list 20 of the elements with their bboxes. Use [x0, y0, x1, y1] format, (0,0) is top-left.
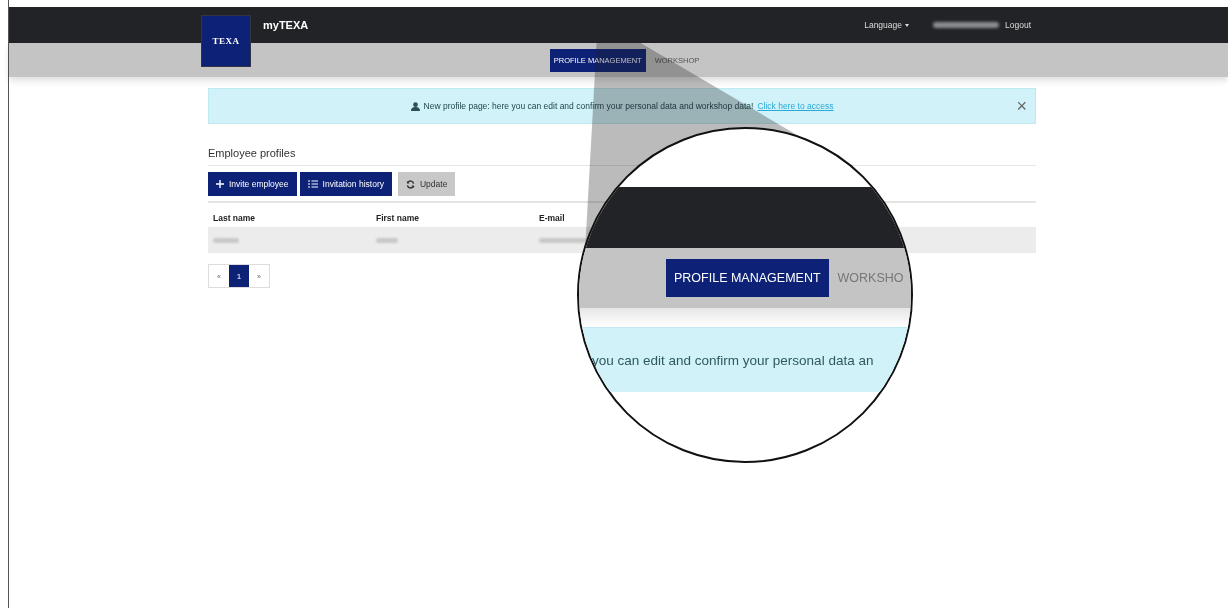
plus-icon: [216, 180, 224, 188]
toolbar-button[interactable]: Invitation history: [299, 172, 392, 196]
list-icon: [307, 180, 318, 188]
app-title: myTEXA: [263, 19, 309, 31]
column-header: Last name: [213, 213, 257, 223]
tab-label: WORKSHO: [837, 271, 904, 285]
toolbar-button[interactable]: Update: [397, 172, 456, 196]
toolbar-button[interactable]: Invite employee: [208, 172, 297, 196]
blurred-user-name: [933, 22, 999, 28]
language-menu[interactable]: Language: [864, 20, 909, 30]
column-header: E-mail: [539, 213, 566, 223]
refresh-icon: [405, 179, 415, 189]
column-header: First name: [376, 213, 420, 223]
caret-icon: [905, 23, 909, 27]
user-icon: [410, 101, 420, 111]
close-button[interactable]: ×: [1016, 97, 1027, 115]
page-button[interactable]: 1: [229, 265, 249, 287]
logo[interactable]: TEXA: [201, 15, 251, 67]
logout-link[interactable]: Logout: [1005, 20, 1031, 30]
alert-message: New profile page: here you can edit and confirm your personal data and workshop data!: [423, 101, 754, 111]
